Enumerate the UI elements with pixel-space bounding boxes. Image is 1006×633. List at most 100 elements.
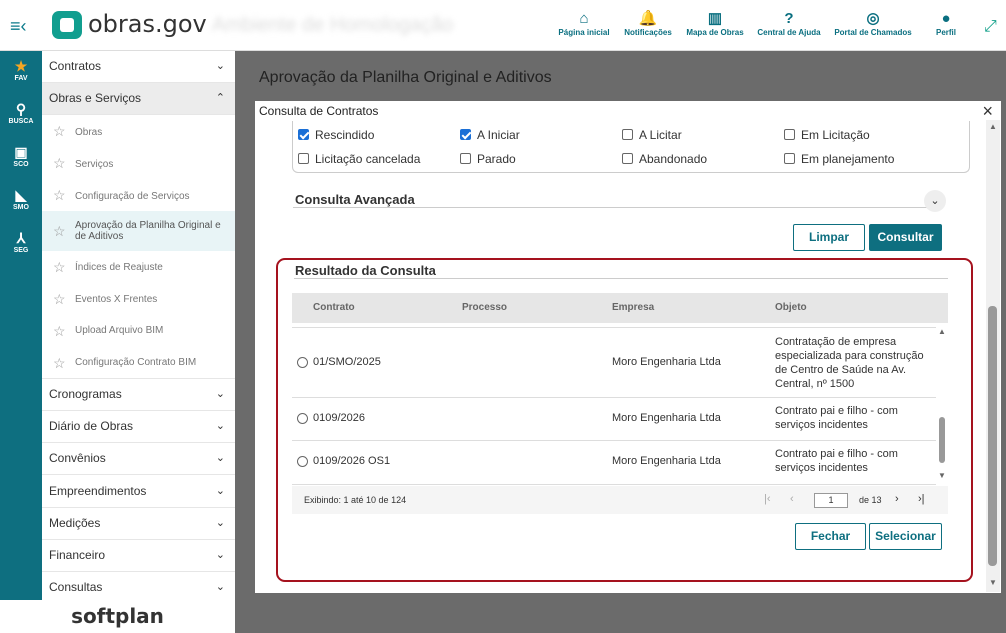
rail-fav[interactable]: ★ FAV bbox=[0, 57, 42, 82]
result-panel: Resultado da Consulta Contrato Processo … bbox=[276, 258, 973, 582]
table-row[interactable]: 01/SMO/2025 Moro Engenharia Ltda Contrat… bbox=[292, 327, 936, 398]
check-a-iniciar[interactable]: A Iniciar bbox=[460, 128, 520, 142]
close-button[interactable]: Fechar bbox=[795, 523, 866, 550]
last-page-icon[interactable]: ›| bbox=[918, 493, 925, 505]
logo-icon bbox=[52, 11, 82, 39]
sco-icon: ▣ bbox=[14, 144, 28, 160]
check-abandonado[interactable]: Abandonado bbox=[622, 152, 707, 166]
rail-search[interactable]: ⚲ BUSCA bbox=[0, 100, 42, 125]
rail-smo[interactable]: ◣ SMO bbox=[0, 186, 42, 211]
nav-home[interactable]: ⌂ Página inicial bbox=[558, 10, 610, 37]
sidebar-item-indices[interactable]: ☆ Índices de Reajuste bbox=[42, 251, 235, 283]
pager-info: Exibindo: 1 até 10 de 124 bbox=[304, 495, 407, 505]
divider bbox=[293, 207, 936, 208]
sidebar-item-eventos[interactable]: ☆ Eventos X Frentes bbox=[42, 283, 235, 315]
fullscreen-icon[interactable]: ⤢ bbox=[984, 18, 997, 36]
sidebar-cronogramas[interactable]: Cronogramas ⌄ bbox=[42, 379, 235, 411]
chevron-down-icon: ⌄ bbox=[215, 60, 225, 72]
page-title: Aprovação da Planilha Original e Aditivo… bbox=[259, 69, 552, 86]
sidebar-item-config-bim[interactable]: ☆ Configuração Contrato BIM bbox=[42, 347, 235, 379]
checkbox-checked-icon bbox=[460, 129, 471, 140]
scroll-thumb[interactable] bbox=[939, 417, 945, 463]
sidebar-consultas[interactable]: Consultas ⌄ bbox=[42, 572, 235, 600]
table-body: 01/SMO/2025 Moro Engenharia Ltda Contrat… bbox=[292, 327, 948, 485]
col-objeto[interactable]: Objeto bbox=[775, 302, 807, 313]
select-button[interactable]: Selecionar bbox=[869, 523, 942, 550]
star-icon: ☆ bbox=[53, 291, 66, 307]
top-bar: ≡‹ obras.gov Ambiente de Homologação ⌂ Pá… bbox=[0, 0, 1006, 51]
close-icon[interactable]: × bbox=[982, 101, 993, 122]
radio-icon[interactable] bbox=[297, 456, 308, 467]
table-scrollbar[interactable]: ▲ ▼ bbox=[937, 327, 947, 485]
table-row[interactable]: 0109/2026 OS1 Moro Engenharia Ltda Contr… bbox=[292, 441, 936, 485]
col-contrato[interactable]: Contrato bbox=[313, 302, 355, 313]
star-icon: ☆ bbox=[53, 123, 66, 139]
nav-map[interactable]: ▥ Mapa de Obras bbox=[684, 10, 746, 37]
search-icon: ⚲ bbox=[15, 101, 27, 117]
sidebar-item-upload-bim[interactable]: ☆ Upload Arquivo BIM bbox=[42, 315, 235, 347]
menu-collapse-icon[interactable]: ≡‹ bbox=[10, 16, 30, 36]
modal-body: Rescindido A Iniciar A Licitar Em Licita… bbox=[276, 121, 978, 593]
check-parado[interactable]: Parado bbox=[460, 152, 516, 166]
scroll-up-icon[interactable]: ▲ bbox=[938, 327, 946, 336]
modal-scrollbar[interactable]: ▲ ▼ bbox=[986, 120, 1000, 592]
nav-tickets[interactable]: ◎ Portal de Chamados bbox=[832, 10, 914, 37]
col-empresa[interactable]: Empresa bbox=[612, 302, 654, 313]
first-page-icon[interactable]: |‹ bbox=[764, 493, 771, 505]
page-total: de 13 bbox=[859, 495, 882, 505]
chevron-down-icon[interactable]: ⌄ bbox=[924, 190, 946, 212]
check-a-licitar[interactable]: A Licitar bbox=[622, 128, 682, 142]
radio-icon[interactable] bbox=[297, 357, 308, 368]
rail-sco[interactable]: ▣ SCO bbox=[0, 143, 42, 168]
sidebar-item-aprovacao[interactable]: ☆ Aprovação da Planilha Original e de Adi… bbox=[42, 211, 235, 251]
page-input[interactable]: 1 bbox=[814, 493, 848, 508]
map-icon: ▥ bbox=[707, 10, 723, 27]
checkbox-icon bbox=[622, 129, 633, 140]
star-icon: ☆ bbox=[53, 187, 66, 203]
sidebar-contratos[interactable]: Contratos ⌄ bbox=[42, 51, 235, 83]
nav-notifications[interactable]: 🔔 Notificações bbox=[622, 10, 674, 37]
check-em-licitacao[interactable]: Em Licitação bbox=[784, 128, 870, 142]
star-icon: ★ bbox=[14, 58, 28, 74]
star-icon: ☆ bbox=[53, 259, 66, 275]
sidebar-medicoes[interactable]: Medições ⌄ bbox=[42, 508, 235, 540]
rail-seg[interactable]: ⅄ SEG bbox=[0, 229, 42, 254]
scroll-down-icon[interactable]: ▼ bbox=[989, 578, 997, 587]
sidebar-item-obras[interactable]: ☆ Obras bbox=[42, 115, 235, 147]
sidebar-obras-servicos[interactable]: Obras e Serviços ⌃ bbox=[42, 83, 235, 115]
brand-logo: softplan bbox=[0, 600, 235, 633]
checkbox-icon bbox=[622, 153, 633, 164]
nav-profile[interactable]: ● Perfil bbox=[928, 10, 964, 37]
star-icon: ☆ bbox=[53, 155, 66, 171]
next-page-icon[interactable]: › bbox=[895, 493, 899, 505]
clear-button[interactable]: Limpar bbox=[793, 224, 865, 251]
check-em-planejamento[interactable]: Em planejamento bbox=[784, 152, 894, 166]
sidebar-convenios[interactable]: Convênios ⌄ bbox=[42, 443, 235, 475]
chevron-down-icon: ⌄ bbox=[215, 420, 225, 432]
sidebar-empreendimentos[interactable]: Empreendimentos ⌄ bbox=[42, 476, 235, 508]
radio-icon[interactable] bbox=[297, 413, 308, 424]
chevron-down-icon: ⌄ bbox=[215, 388, 225, 400]
scroll-down-icon[interactable]: ▼ bbox=[938, 471, 946, 480]
star-icon: ☆ bbox=[53, 223, 66, 239]
cell-contrato: 01/SMO/2025 bbox=[313, 356, 381, 368]
scroll-up-icon[interactable]: ▲ bbox=[989, 122, 997, 131]
sidebar-item-config-servicos[interactable]: ☆ Configuração de Serviços bbox=[42, 179, 235, 211]
nav-help[interactable]: ? Central de Ajuda bbox=[756, 10, 822, 37]
sidebar-item-servicos[interactable]: ☆ Serviços bbox=[42, 147, 235, 179]
status-filter-box: Rescindido A Iniciar A Licitar Em Licita… bbox=[292, 121, 970, 173]
col-processo[interactable]: Processo bbox=[462, 302, 507, 313]
table-row[interactable]: 0109/2026 Moro Engenharia Ltda Contrato … bbox=[292, 398, 936, 441]
check-rescindido[interactable]: Rescindido bbox=[298, 128, 374, 142]
checkbox-icon bbox=[784, 129, 795, 140]
cell-contrato: 0109/2026 OS1 bbox=[313, 455, 391, 467]
sidebar-financeiro[interactable]: Financeiro ⌄ bbox=[42, 540, 235, 572]
prev-page-icon[interactable]: ‹ bbox=[790, 493, 794, 505]
check-licitacao-cancelada[interactable]: Licitação cancelada bbox=[298, 152, 420, 166]
checkbox-icon bbox=[298, 153, 309, 164]
sidebar-diario[interactable]: Diário de Obras ⌄ bbox=[42, 411, 235, 443]
cell-objeto: Contratação de empresa especializada par… bbox=[775, 336, 924, 390]
checkbox-icon bbox=[460, 153, 471, 164]
search-button[interactable]: Consultar bbox=[869, 224, 942, 251]
scroll-thumb[interactable] bbox=[988, 306, 997, 566]
